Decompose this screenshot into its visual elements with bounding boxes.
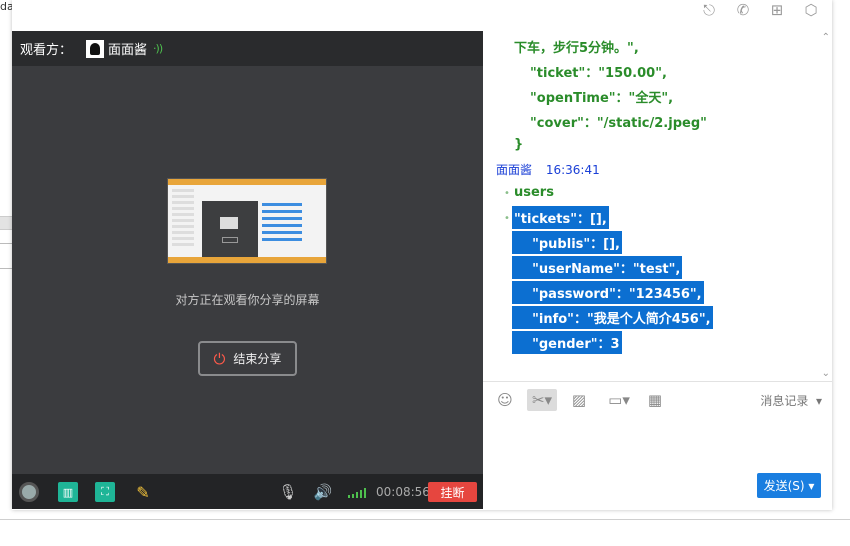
message-line: "openTime"："全天", (530, 91, 674, 106)
message-line: users (514, 185, 554, 200)
message-header: 面面酱 16:36:41 (496, 161, 600, 178)
share-status-text: 对方正在观看你分享的屏幕 (175, 293, 320, 307)
input-toolbar: ☺ ✂▾ ▨ ▭▾ ▦ 消息记录 ▾ (483, 386, 832, 414)
background-divider (0, 519, 850, 520)
volume-icon[interactable]: 🔊 (313, 482, 333, 502)
end-share-label: 结束分享 (233, 352, 282, 366)
message-history-link[interactable]: 消息记录 ▾ (760, 392, 822, 409)
input-divider (483, 381, 832, 382)
message-line: } (514, 137, 524, 152)
avatar (86, 39, 105, 58)
message-line: "cover"："/static/2.jpeg" (530, 116, 707, 131)
bullet-icon: • (504, 213, 510, 224)
history-label: 消息记录 (760, 394, 809, 408)
selected-text-line: "password"："123456", (512, 281, 704, 304)
share-header: 观看方： 面面酱 ·)) (12, 31, 483, 66)
selected-text-line: "info"："我是个人简介456", (512, 306, 713, 329)
message-area[interactable]: ⌃ 下车，步行5分钟。", "ticket"："150.00", "openTi… (483, 31, 832, 381)
selected-text-line: "publis"：[], (512, 231, 622, 254)
selected-text-line: "tickets"：[], (512, 206, 609, 229)
call-timer: 00:08:56 (376, 485, 430, 499)
chevron-down-icon: ▾ (804, 478, 815, 493)
emoji-icon[interactable]: ☺ (495, 389, 515, 411)
scroll-down-icon[interactable]: ⌄ (822, 368, 830, 379)
scroll-up-icon[interactable]: ⌃ (822, 32, 830, 43)
hangup-button[interactable]: 挂断 (428, 482, 477, 502)
stats-icon[interactable]: ▥ (58, 482, 78, 502)
background-divider (0, 268, 12, 269)
power-icon: ⏻ (213, 349, 226, 368)
viewer-name: 面面酱 (108, 43, 148, 58)
settings-icon[interactable]: ⬡ (798, 0, 824, 20)
message-time: 16:36:41 (545, 163, 600, 177)
screenshot-cut-icon[interactable]: ✂▾ (527, 389, 557, 411)
audio-signal-icon: ·)) (153, 42, 163, 55)
viewer-label: 观看方： (20, 43, 73, 58)
bullet-icon: • (504, 188, 510, 199)
selected-text-line: "gender"：3 (512, 331, 622, 354)
background-selected-row (0, 216, 12, 230)
end-share-button[interactable]: ⏻ 结束分享 (198, 341, 297, 376)
calendar-icon[interactable]: ▦ (645, 389, 665, 411)
message-line: "ticket"："150.00", (530, 66, 667, 81)
pen-icon[interactable]: ✎ (133, 482, 153, 502)
screen-share-panel: 观看方： 面面酱 ·)) 对方正在观看你分享的屏幕 ⏻ 结束分享 ▥ ⛶ ✎ 🎙… (12, 31, 483, 509)
sender-name: 面面酱 (496, 163, 533, 177)
background-app: da (0, 0, 14, 546)
camera-icon[interactable] (19, 482, 39, 502)
chat-window: ⎋ ✆ ⊞ ⬡ 观看方： 面面酱 ·)) 对方正在观看你分享的屏幕 ⏻ 结束分享 (12, 0, 832, 510)
add-icon[interactable]: ⊞ (764, 0, 790, 20)
share-control-bar: ▥ ⛶ ✎ 🎙 🔊 00:08:56 挂断 (12, 474, 483, 509)
send-label: 发送(S) (763, 479, 805, 493)
folder-icon[interactable]: ▭▾ (605, 389, 633, 411)
fullscreen-icon[interactable]: ⛶ (95, 482, 115, 502)
image-icon[interactable]: ▨ (569, 389, 589, 411)
message-line: 下车，步行5分钟。", (514, 41, 639, 56)
window-topbar: ⎋ ✆ ⊞ ⬡ (12, 0, 832, 31)
phone-icon[interactable]: ✆ (730, 0, 756, 20)
microphone-icon[interactable]: 🎙 (278, 482, 298, 502)
chevron-down-icon: ▾ (812, 394, 822, 408)
background-divider (0, 243, 12, 244)
shared-screen-preview (167, 178, 327, 264)
send-button[interactable]: 发送(S) ▾ (757, 473, 821, 498)
selected-text-line: "userName"："test", (512, 256, 683, 279)
screen-share-icon[interactable]: ⎋ (696, 0, 722, 20)
signal-strength-icon (348, 488, 366, 498)
